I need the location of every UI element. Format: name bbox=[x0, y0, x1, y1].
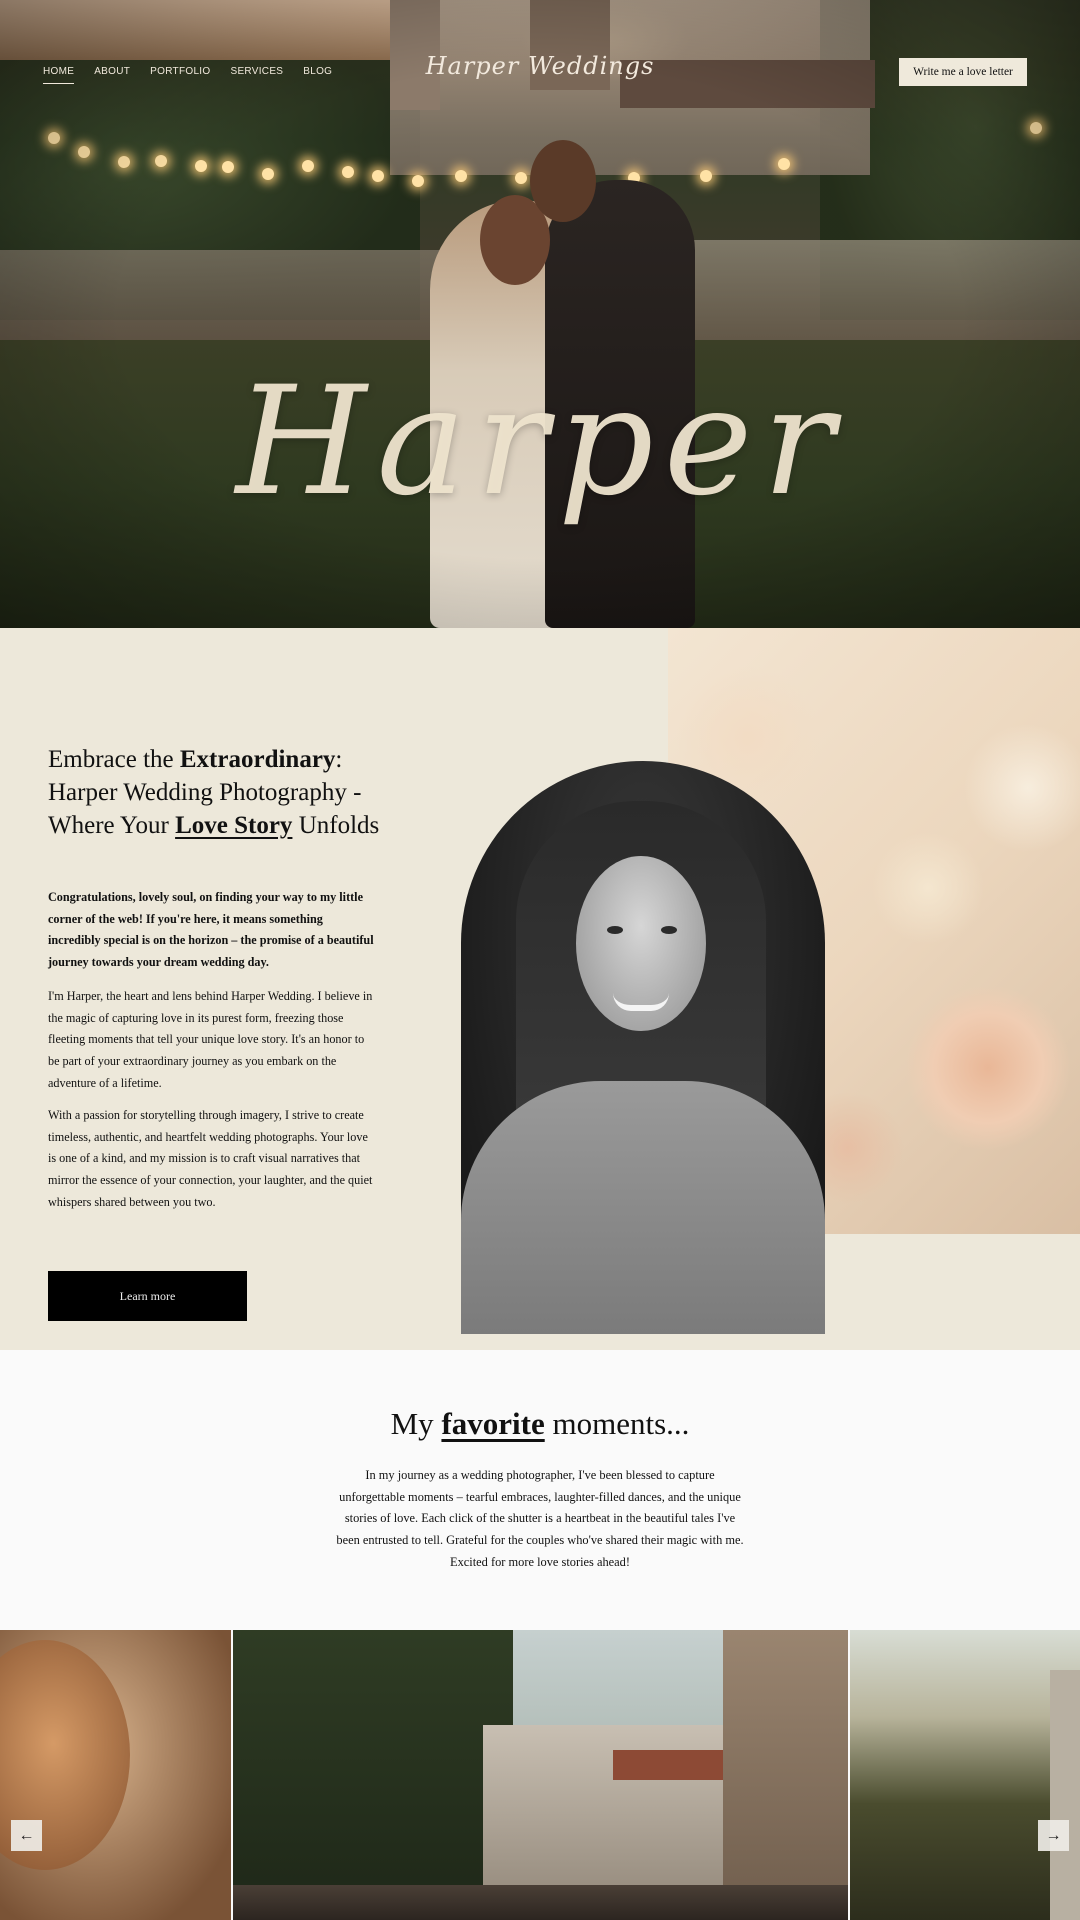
arrow-right-icon[interactable]: → bbox=[1038, 1820, 1069, 1851]
learn-more-button[interactable]: Learn more bbox=[48, 1271, 247, 1321]
moments-text: In my journey as a wedding photographer,… bbox=[336, 1468, 744, 1569]
moments-heading: My favorite moments... bbox=[390, 1406, 690, 1441]
harper-portrait-image bbox=[461, 761, 825, 1334]
gallery-image-garden[interactable] bbox=[850, 1630, 1080, 1920]
hero-vignette bbox=[0, 0, 1080, 628]
love-letter-button[interactable]: Write me a love letter bbox=[899, 58, 1027, 86]
about-paragraph: With a passion for storytelling through … bbox=[48, 1108, 373, 1209]
about-lead-text: Congratulations, lovely soul, on finding… bbox=[48, 890, 374, 970]
hero-script-title: Harper bbox=[235, 355, 845, 529]
gallery-carousel bbox=[0, 1630, 1080, 1920]
about-paragraph: I'm Harper, the heart and lens behind Ha… bbox=[48, 989, 373, 1090]
gallery-image-bride-hair[interactable] bbox=[0, 1630, 231, 1920]
arrow-left-icon[interactable]: ← bbox=[11, 1820, 42, 1851]
about-section: Embrace the Extraordinary: Harper Weddin… bbox=[0, 628, 1080, 1350]
gallery-image-chateau[interactable] bbox=[233, 1630, 848, 1920]
about-heading: Embrace the Extraordinary: Harper Weddin… bbox=[48, 746, 380, 839]
moments-section: My favorite moments... In my journey as … bbox=[0, 1350, 1080, 1630]
hero-section: HOME ABOUT PORTFOLIO SERVICES BLOG Harpe… bbox=[0, 0, 1080, 628]
